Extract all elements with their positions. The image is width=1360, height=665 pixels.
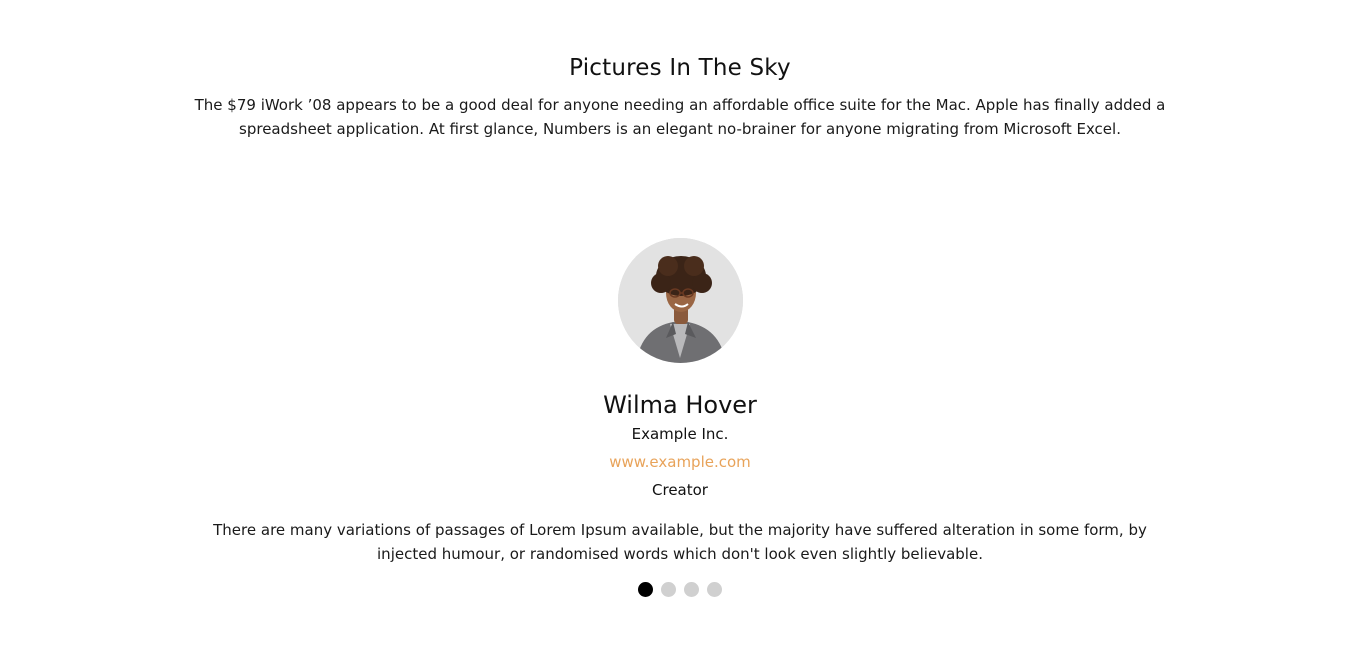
slider-dot-2[interactable]: [661, 582, 676, 597]
section-description: The $79 iWork ’08 appears to be a good d…: [194, 96, 1166, 138]
person-website-link[interactable]: www.example.com: [580, 451, 780, 473]
testimonial-quote: There are many variations of passages of…: [213, 521, 1147, 563]
person-role: Creator: [652, 481, 708, 499]
slider-dot-3[interactable]: [684, 582, 699, 597]
slider-dot-1[interactable]: [638, 582, 653, 597]
slider-dot-4[interactable]: [707, 582, 722, 597]
person-company: Example Inc.: [631, 425, 729, 443]
avatar: [618, 238, 743, 363]
testimonials-section: Pictures In The Sky The $79 iWork ’08 ap…: [0, 0, 1360, 665]
person-name: Wilma Hover: [603, 391, 757, 419]
section-title: Pictures In The Sky: [569, 55, 791, 81]
slider-pagination: [638, 582, 722, 597]
person-photo: [618, 238, 743, 363]
